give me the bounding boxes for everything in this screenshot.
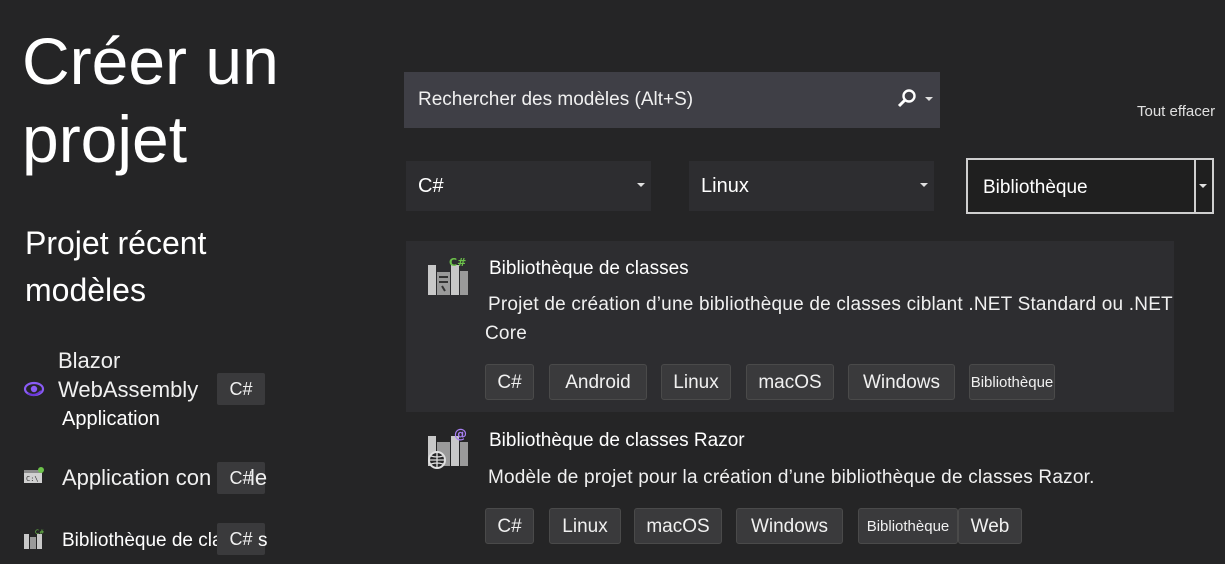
template-description-line2: Core: [485, 323, 527, 344]
recent-item-class-library[interactable]: C# Bibliothèque de cla C# s: [0, 520, 380, 564]
recent-item-label-tail: s: [258, 530, 268, 551]
platform-filter-value: Linux: [701, 175, 749, 197]
search-icon[interactable]: [896, 88, 936, 115]
tag-macos: macOS: [634, 508, 722, 544]
template-item-class-library[interactable]: C# Bibliothèque de classes Projet de cré…: [406, 241, 1174, 412]
template-item-razor-class-library[interactable]: @ Bibliothèque de classes Razor Modèle d…: [406, 414, 1174, 564]
page-title-line1: Créer un: [22, 24, 279, 98]
svg-text:@: @: [454, 427, 467, 442]
recent-item-label-tail: le: [250, 465, 268, 490]
svg-text:C:\: C:\: [26, 475, 39, 483]
tag-linux: Linux: [549, 508, 621, 544]
tag-bibliotheque: Bibliothèque: [858, 508, 958, 544]
template-description: Modèle de projet pour la création d’une …: [488, 467, 1095, 488]
project-type-filter-dropdown[interactable]: Bibliothèque: [966, 158, 1214, 214]
tag-bibliotheque: Bibliothèque: [969, 364, 1055, 400]
language-filter-dropdown[interactable]: C#: [406, 161, 651, 211]
recent-item-console[interactable]: C:\ Application con C# le: [0, 455, 380, 500]
console-icon: C:\: [23, 465, 45, 487]
razor-library-icon: @: [426, 426, 472, 477]
tag-csharp: C#: [485, 508, 534, 544]
template-description-line1: Projet de création d’une bibliothèque de…: [488, 294, 1173, 315]
class-library-icon: C#: [426, 255, 470, 304]
chevron-down-icon: [1199, 184, 1207, 188]
blazor-icon: [23, 378, 45, 400]
project-type-filter-value: Bibliothèque: [983, 177, 1088, 198]
chevron-down-icon: [637, 183, 645, 187]
recent-item-label: Bibliothèque de cla: [62, 530, 223, 551]
tag-linux: Linux: [661, 364, 731, 400]
tag-windows: Windows: [848, 364, 955, 400]
page-title-line2: projet: [22, 102, 188, 176]
platform-filter-dropdown[interactable]: Linux: [689, 161, 934, 211]
tag-android: Android: [549, 364, 647, 400]
recent-heading-line1: Projet récent: [25, 225, 207, 261]
create-project-page: Créer un projet Projet récent modèles Bl…: [0, 0, 1225, 564]
clear-all-link[interactable]: Tout effacer: [1137, 103, 1215, 120]
tag-csharp: C#: [485, 364, 534, 400]
recent-item-label-line3: Application: [62, 408, 160, 430]
template-title: Bibliothèque de classes Razor: [489, 430, 745, 451]
template-search-box: [404, 72, 940, 128]
class-library-icon: C#: [23, 528, 45, 550]
svg-text:C#: C#: [449, 256, 466, 269]
recent-item-label: Application con: [62, 465, 212, 490]
tag-windows: Windows: [736, 508, 843, 544]
svg-text:C#: C#: [35, 529, 44, 536]
search-input[interactable]: [404, 72, 884, 128]
language-filter-value: C#: [418, 175, 444, 197]
recent-item-label-line1: Blazor: [58, 348, 121, 373]
language-chip: C#: [217, 373, 265, 405]
recent-item-label-line2: WebAssembly: [58, 377, 199, 402]
recent-heading-line2: modèles: [25, 272, 146, 308]
chevron-down-icon: [920, 183, 928, 187]
tag-macos: macOS: [746, 364, 834, 400]
recent-templates-heading: Projet récent modèles: [25, 220, 325, 314]
dropdown-divider: [1194, 160, 1196, 212]
recent-item-blazor[interactable]: Blazor WebAssembly Application C#: [0, 340, 380, 435]
tag-web: Web: [958, 508, 1022, 544]
template-title: Bibliothèque de classes: [489, 258, 689, 279]
page-title: Créer un projet: [22, 22, 362, 178]
